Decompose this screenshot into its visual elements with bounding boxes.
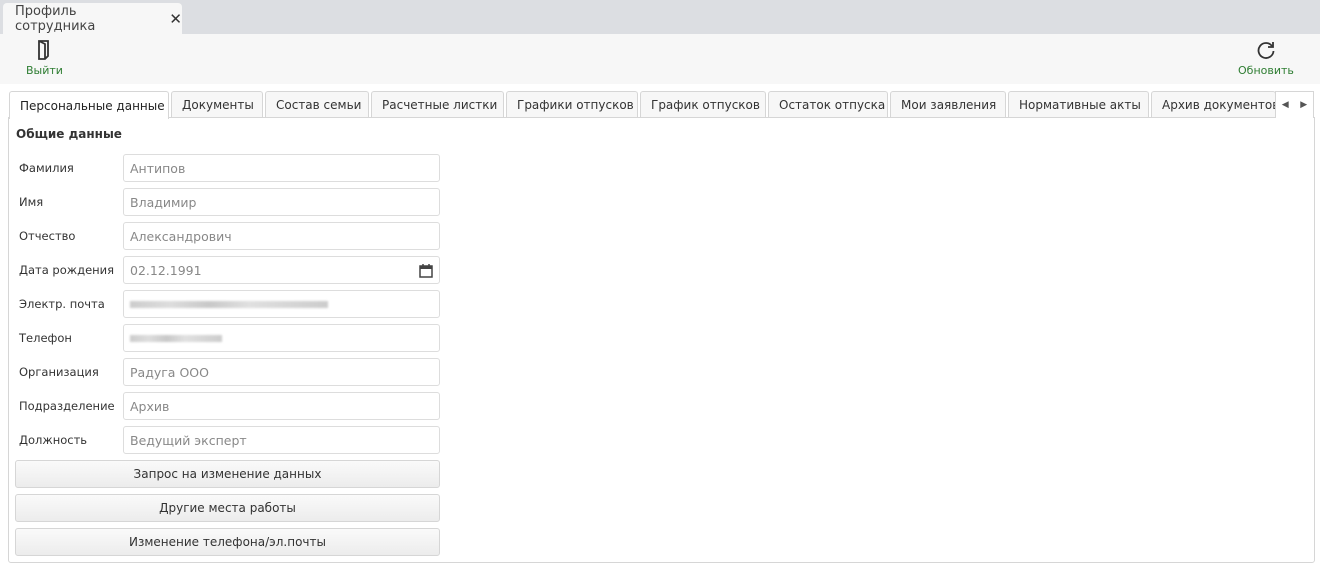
field-phone: Телефон bbox=[19, 324, 440, 352]
patronymic-input[interactable]: Александрович bbox=[123, 222, 440, 250]
tab-document-archive[interactable]: Архив документов bbox=[1151, 91, 1276, 118]
field-label: Организация bbox=[19, 365, 99, 379]
window-tab-title: Профиль сотрудника bbox=[15, 3, 96, 34]
field-position: Должность Ведущий эксперт bbox=[19, 426, 440, 454]
toolbar: Выйти Обновить bbox=[0, 34, 1320, 84]
tab-label: График отпусков bbox=[651, 98, 760, 112]
exit-button[interactable]: Выйти bbox=[26, 40, 63, 77]
field-label: Дата рождения bbox=[19, 263, 115, 277]
tab-vacation-schedules[interactable]: Графики отпусков bbox=[506, 91, 638, 118]
refresh-icon bbox=[1257, 42, 1275, 59]
last-name-input[interactable]: Антипов bbox=[123, 154, 440, 182]
tab-vacation-schedule[interactable]: График отпусков bbox=[640, 91, 766, 118]
field-first-name: Имя Владимир bbox=[19, 188, 440, 216]
tab-label: Мои заявления bbox=[901, 98, 997, 112]
tab-label: Нормативные акты bbox=[1019, 98, 1141, 112]
section-title: Общие данные bbox=[16, 127, 122, 141]
exit-door-icon bbox=[38, 40, 50, 60]
redacted-value bbox=[130, 300, 328, 308]
scroll-right-icon[interactable]: ▶ bbox=[1300, 100, 1307, 110]
position-input[interactable]: Ведущий эксперт bbox=[123, 426, 440, 454]
tab-my-requests[interactable]: Мои заявления bbox=[890, 91, 1006, 118]
redacted-value bbox=[130, 334, 222, 342]
window-tab-bar: Профиль сотрудника ✕ bbox=[0, 0, 1320, 34]
field-patronymic: Отчество Александрович bbox=[19, 222, 440, 250]
close-icon[interactable]: ✕ bbox=[169, 10, 182, 28]
refresh-button[interactable]: Обновить bbox=[1238, 40, 1294, 77]
field-label: Должность bbox=[19, 433, 88, 447]
tab-label: Расчетные листки bbox=[382, 98, 498, 112]
birth-date-value: 02.12.1991 bbox=[130, 262, 202, 278]
field-label: Имя bbox=[19, 195, 44, 209]
refresh-label: Обновить bbox=[1238, 64, 1294, 77]
field-label: Отчество bbox=[19, 229, 76, 243]
field-label: Электр. почта bbox=[19, 297, 105, 311]
field-last-name: Фамилия Антипов bbox=[19, 154, 440, 182]
tab-personal-data[interactable]: Персональные данные bbox=[9, 91, 169, 119]
field-label: Подразделение bbox=[19, 399, 115, 413]
tab-label: Состав семьи bbox=[276, 98, 362, 112]
tab-regulations[interactable]: Нормативные акты bbox=[1008, 91, 1149, 118]
calendar-icon[interactable] bbox=[419, 263, 433, 278]
tab-label: Архив документов bbox=[1162, 98, 1276, 112]
window-tab-employee-profile[interactable]: Профиль сотрудника ✕ bbox=[3, 3, 182, 34]
tab-scroll: ◀ ▶ bbox=[1275, 91, 1314, 118]
exit-label: Выйти bbox=[26, 64, 63, 77]
phone-input[interactable] bbox=[123, 324, 440, 352]
field-birth-date: Дата рождения 02.12.1991 bbox=[19, 256, 440, 284]
email-input[interactable] bbox=[123, 290, 440, 318]
field-department: Подразделение Архив bbox=[19, 392, 440, 420]
tab-documents[interactable]: Документы bbox=[171, 91, 263, 118]
field-email: Электр. почта bbox=[19, 290, 440, 318]
tab-label: Документы bbox=[182, 98, 254, 112]
tab-family[interactable]: Состав семьи bbox=[265, 91, 369, 118]
tab-label: Персональные данные bbox=[20, 98, 165, 113]
tab-payslips[interactable]: Расчетные листки bbox=[371, 91, 504, 118]
change-phone-email-button[interactable]: Изменение телефона/эл.почты bbox=[15, 528, 440, 556]
tab-label: Остаток отпуска bbox=[779, 98, 886, 112]
tab-bar: Персональные данные Документы Состав сем… bbox=[9, 91, 1314, 119]
tab-vacation-balance[interactable]: Остаток отпуска bbox=[768, 91, 888, 118]
request-data-change-button[interactable]: Запрос на изменение данных bbox=[15, 460, 440, 488]
field-label: Телефон bbox=[19, 331, 72, 345]
other-workplaces-button[interactable]: Другие места работы bbox=[15, 494, 440, 522]
first-name-input[interactable]: Владимир bbox=[123, 188, 440, 216]
birth-date-input[interactable]: 02.12.1991 bbox=[123, 256, 440, 284]
field-label: Фамилия bbox=[19, 161, 74, 175]
field-organization: Организация Радуга ООО bbox=[19, 358, 440, 386]
department-input[interactable]: Архив bbox=[123, 392, 440, 420]
scroll-left-icon[interactable]: ◀ bbox=[1282, 100, 1289, 110]
organization-input[interactable]: Радуга ООО bbox=[123, 358, 440, 386]
tab-label: Графики отпусков bbox=[517, 98, 634, 112]
